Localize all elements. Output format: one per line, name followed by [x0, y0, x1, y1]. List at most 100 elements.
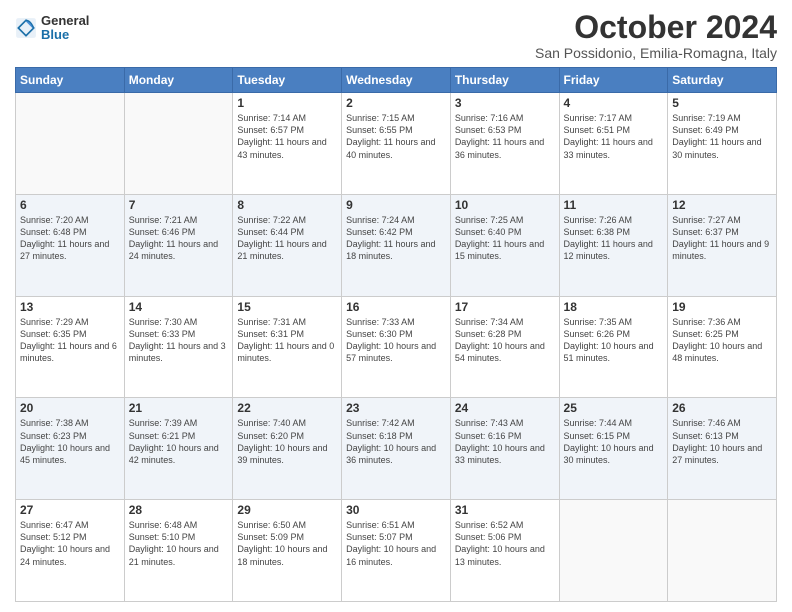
table-row: 4 Sunrise: 7:17 AM Sunset: 6:51 PM Daylig…	[559, 93, 668, 195]
cell-text: Sunrise: 7:40 AM Sunset: 6:20 PM Dayligh…	[237, 417, 337, 466]
table-row: 13 Sunrise: 7:29 AM Sunset: 6:35 PM Dayli…	[16, 296, 125, 398]
table-row	[16, 93, 125, 195]
cell-text: Sunrise: 7:27 AM Sunset: 6:37 PM Dayligh…	[672, 214, 772, 263]
cell-text: Sunrise: 6:52 AM Sunset: 5:06 PM Dayligh…	[455, 519, 555, 568]
table-row: 19Sunrise: 7:36 AM Sunset: 6:25 PM Dayli…	[668, 296, 777, 398]
table-row: 21 Sunrise: 7:39 AM Sunset: 6:21 PM Dayli…	[124, 398, 233, 500]
table-row: 12 Sunrise: 7:27 AM Sunset: 6:37 PM Dayli…	[668, 194, 777, 296]
table-row: 6 Sunrise: 7:20 AM Sunset: 6:48 PM Daylig…	[16, 194, 125, 296]
cell-text: Sunrise: 7:21 AM Sunset: 6:46 PM Dayligh…	[129, 214, 229, 263]
calendar-week-row: 6 Sunrise: 7:20 AM Sunset: 6:48 PM Daylig…	[16, 194, 777, 296]
calendar-table: SundayMondayTuesdayWednesdayThursdayFrid…	[15, 67, 777, 602]
cell-text: Sunrise: 7:31 AM Sunset: 6:31 PM Dayligh…	[237, 316, 337, 365]
calendar-day-header: Sunday	[16, 68, 125, 93]
calendar-day-header: Tuesday	[233, 68, 342, 93]
logo-icon	[15, 17, 37, 39]
day-number: 13	[20, 300, 120, 314]
table-row: 26Sunrise: 7:46 AM Sunset: 6:13 PM Dayli…	[668, 398, 777, 500]
table-row: 11 Sunrise: 7:26 AM Sunset: 6:38 PM Dayli…	[559, 194, 668, 296]
page: General Blue October 2024 San Possidonio…	[0, 0, 792, 612]
table-row: 31 Sunrise: 6:52 AM Sunset: 5:06 PM Dayli…	[450, 500, 559, 602]
cell-text: Sunrise: 7:38 AM Sunset: 6:23 PM Dayligh…	[20, 417, 120, 466]
calendar-week-row: 1 Sunrise: 7:14 AM Sunset: 6:57 PM Daylig…	[16, 93, 777, 195]
day-number: 14	[129, 300, 229, 314]
day-number: 20	[20, 401, 120, 415]
cell-text: Sunrise: 7:17 AM Sunset: 6:51 PM Dayligh…	[564, 112, 664, 161]
table-row: 29Sunrise: 6:50 AM Sunset: 5:09 PM Dayli…	[233, 500, 342, 602]
table-row: 3Sunrise: 7:16 AM Sunset: 6:53 PM Daylig…	[450, 93, 559, 195]
calendar-day-header: Wednesday	[342, 68, 451, 93]
table-row: 15 Sunrise: 7:31 AM Sunset: 6:31 PM Dayli…	[233, 296, 342, 398]
day-number: 28	[129, 503, 229, 517]
table-row: 1 Sunrise: 7:14 AM Sunset: 6:57 PM Daylig…	[233, 93, 342, 195]
cell-text: Sunrise: 7:14 AM Sunset: 6:57 PM Dayligh…	[237, 112, 337, 161]
main-title: October 2024	[535, 10, 777, 45]
table-row: 23 Sunrise: 7:42 AM Sunset: 6:18 PM Dayli…	[342, 398, 451, 500]
cell-text: Sunrise: 7:19 AM Sunset: 6:49 PM Dayligh…	[672, 112, 772, 161]
cell-text: Sunrise: 7:15 AM Sunset: 6:55 PM Dayligh…	[346, 112, 446, 161]
day-number: 1	[237, 96, 337, 110]
day-number: 18	[564, 300, 664, 314]
day-number: 30	[346, 503, 446, 517]
cell-text: Sunrise: 7:29 AM Sunset: 6:35 PM Dayligh…	[20, 316, 120, 365]
cell-text: Sunrise: 7:43 AM Sunset: 6:16 PM Dayligh…	[455, 417, 555, 466]
cell-text: Sunrise: 7:39 AM Sunset: 6:21 PM Dayligh…	[129, 417, 229, 466]
logo-line2: Blue	[41, 28, 89, 42]
day-number: 21	[129, 401, 229, 415]
day-number: 12	[672, 198, 772, 212]
day-number: 2	[346, 96, 446, 110]
day-number: 24	[455, 401, 555, 415]
table-row: 20 Sunrise: 7:38 AM Sunset: 6:23 PM Dayli…	[16, 398, 125, 500]
logo: General Blue	[15, 14, 89, 43]
calendar-day-header: Monday	[124, 68, 233, 93]
day-number: 7	[129, 198, 229, 212]
day-number: 31	[455, 503, 555, 517]
table-row	[559, 500, 668, 602]
cell-text: Sunrise: 7:36 AM Sunset: 6:25 PM Dayligh…	[672, 316, 772, 365]
cell-text: Sunrise: 7:22 AM Sunset: 6:44 PM Dayligh…	[237, 214, 337, 263]
cell-text: Sunrise: 7:20 AM Sunset: 6:48 PM Dayligh…	[20, 214, 120, 263]
cell-text: Sunrise: 6:51 AM Sunset: 5:07 PM Dayligh…	[346, 519, 446, 568]
day-number: 22	[237, 401, 337, 415]
day-number: 27	[20, 503, 120, 517]
cell-text: Sunrise: 7:26 AM Sunset: 6:38 PM Dayligh…	[564, 214, 664, 263]
table-row: 7 Sunrise: 7:21 AM Sunset: 6:46 PM Daylig…	[124, 194, 233, 296]
table-row: 30 Sunrise: 6:51 AM Sunset: 5:07 PM Dayli…	[342, 500, 451, 602]
cell-text: Sunrise: 7:25 AM Sunset: 6:40 PM Dayligh…	[455, 214, 555, 263]
table-row: 8 Sunrise: 7:22 AM Sunset: 6:44 PM Daylig…	[233, 194, 342, 296]
day-number: 4	[564, 96, 664, 110]
day-number: 25	[564, 401, 664, 415]
calendar-day-header: Thursday	[450, 68, 559, 93]
logo-line1: General	[41, 14, 89, 28]
table-row: 25Sunrise: 7:44 AM Sunset: 6:15 PM Dayli…	[559, 398, 668, 500]
cell-text: Sunrise: 6:48 AM Sunset: 5:10 PM Dayligh…	[129, 519, 229, 568]
cell-text: Sunrise: 7:33 AM Sunset: 6:30 PM Dayligh…	[346, 316, 446, 365]
cell-text: Sunrise: 7:35 AM Sunset: 6:26 PM Dayligh…	[564, 316, 664, 365]
cell-text: Sunrise: 7:34 AM Sunset: 6:28 PM Dayligh…	[455, 316, 555, 365]
table-row: 2 Sunrise: 7:15 AM Sunset: 6:55 PM Daylig…	[342, 93, 451, 195]
day-number: 9	[346, 198, 446, 212]
cell-text: Sunrise: 6:47 AM Sunset: 5:12 PM Dayligh…	[20, 519, 120, 568]
cell-text: Sunrise: 6:50 AM Sunset: 5:09 PM Dayligh…	[237, 519, 337, 568]
table-row: 9Sunrise: 7:24 AM Sunset: 6:42 PM Daylig…	[342, 194, 451, 296]
calendar-day-header: Friday	[559, 68, 668, 93]
day-number: 10	[455, 198, 555, 212]
table-row: 16Sunrise: 7:33 AM Sunset: 6:30 PM Dayli…	[342, 296, 451, 398]
table-row: 10 Sunrise: 7:25 AM Sunset: 6:40 PM Dayli…	[450, 194, 559, 296]
calendar-week-row: 20 Sunrise: 7:38 AM Sunset: 6:23 PM Dayli…	[16, 398, 777, 500]
day-number: 11	[564, 198, 664, 212]
day-number: 6	[20, 198, 120, 212]
cell-text: Sunrise: 7:42 AM Sunset: 6:18 PM Dayligh…	[346, 417, 446, 466]
table-row: 18 Sunrise: 7:35 AM Sunset: 6:26 PM Dayli…	[559, 296, 668, 398]
day-number: 5	[672, 96, 772, 110]
table-row: 17Sunrise: 7:34 AM Sunset: 6:28 PM Dayli…	[450, 296, 559, 398]
calendar-week-row: 27 Sunrise: 6:47 AM Sunset: 5:12 PM Dayli…	[16, 500, 777, 602]
day-number: 23	[346, 401, 446, 415]
day-number: 8	[237, 198, 337, 212]
title-block: October 2024 San Possidonio, Emilia-Roma…	[535, 10, 777, 61]
table-row: 14Sunrise: 7:30 AM Sunset: 6:33 PM Dayli…	[124, 296, 233, 398]
calendar-week-row: 13 Sunrise: 7:29 AM Sunset: 6:35 PM Dayli…	[16, 296, 777, 398]
day-number: 15	[237, 300, 337, 314]
table-row	[124, 93, 233, 195]
logo-text: General Blue	[41, 14, 89, 43]
